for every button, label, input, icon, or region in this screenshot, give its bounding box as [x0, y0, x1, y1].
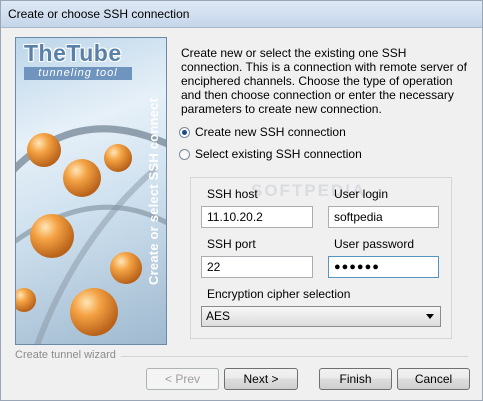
- user-password-label: User password: [334, 237, 415, 251]
- description-text: Create new or select the existing one SS…: [181, 46, 467, 116]
- logo-title: TheTube: [24, 40, 122, 66]
- finish-button[interactable]: Finish: [319, 368, 392, 390]
- user-login-input[interactable]: softpedia: [328, 206, 439, 228]
- user-password-input[interactable]: ●●●●●●: [328, 256, 439, 278]
- wizard-label: Create tunnel wizard: [15, 349, 116, 361]
- prev-button[interactable]: < Prev: [146, 368, 219, 390]
- dialog-window: Create or choose SSH connection TheTube: [0, 0, 483, 401]
- title-bar[interactable]: Create or choose SSH connection: [1, 1, 482, 28]
- radio-button-checked[interactable]: [179, 126, 190, 138]
- ssh-host-label: SSH host: [207, 187, 258, 201]
- user-login-label: User login: [334, 187, 389, 201]
- logo-subtitle: tunneling tool: [24, 67, 132, 80]
- ssh-host-input[interactable]: 11.10.20.2: [201, 206, 313, 228]
- cipher-select[interactable]: AES: [201, 306, 441, 327]
- next-button[interactable]: Next >: [224, 368, 298, 390]
- banner-caption: Create or select SSH connect: [145, 97, 161, 285]
- radio-select-existing-label: Select existing SSH connection: [195, 147, 362, 161]
- chevron-down-icon[interactable]: [426, 314, 434, 319]
- ssh-port-input[interactable]: 22: [201, 256, 313, 278]
- cipher-label: Encryption cipher selection: [207, 287, 351, 301]
- radio-create-new-label: Create new SSH connection: [195, 125, 346, 139]
- window-title: Create or choose SSH connection: [8, 7, 190, 21]
- cancel-button[interactable]: Cancel: [397, 368, 470, 390]
- radio-select-existing[interactable]: Select existing SSH connection: [179, 146, 362, 162]
- radio-button-unchecked[interactable]: [179, 148, 190, 160]
- footer-divider: [121, 356, 468, 357]
- cipher-select-value: AES: [206, 309, 231, 323]
- ssh-port-label: SSH port: [207, 237, 256, 251]
- wizard-banner: TheTube tunneling tool Create or select …: [15, 37, 167, 345]
- radio-create-new[interactable]: Create new SSH connection: [179, 124, 346, 140]
